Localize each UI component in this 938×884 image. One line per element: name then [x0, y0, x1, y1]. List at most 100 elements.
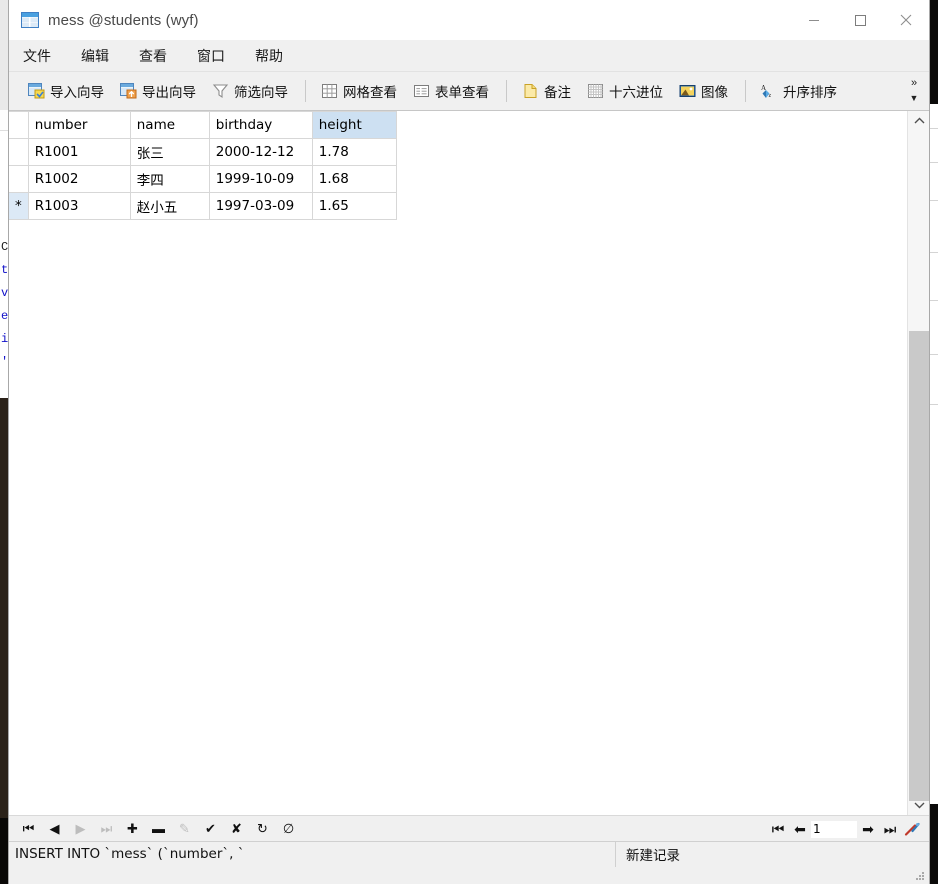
data-grid-table[interactable]: number name birthday height R1001 张三 200…: [9, 111, 397, 220]
toolbar-button-export-wizard[interactable]: 导出向导: [113, 76, 203, 106]
column-header-number[interactable]: number: [28, 111, 131, 139]
record-navigation-bar: ⏮ ◀ ▶ ⏭ ✚ ▬ ✎ ✔ ✘ ↻ ∅ ⏮ ⬅ 1 ➡ ⏭: [9, 815, 929, 841]
toolbar-button-form-view[interactable]: 表单查看: [406, 76, 496, 106]
page-number-input[interactable]: 1: [811, 820, 857, 838]
cell-height[interactable]: 1.68: [312, 165, 397, 193]
cell-birthday[interactable]: 2000-12-12: [209, 138, 313, 166]
toolbar-button-grid-view[interactable]: 网格查看: [314, 76, 404, 106]
page-prev-icon[interactable]: ⬅: [789, 818, 811, 840]
cell-height[interactable]: 1.78: [312, 138, 397, 166]
toolbar-button-sort-ascending[interactable]: A z 升序排序: [754, 76, 844, 106]
toolbar-button-memo[interactable]: 备注: [515, 76, 578, 106]
toolbar-button-hex[interactable]: 十六进位: [580, 76, 670, 106]
scroll-up-icon[interactable]: [908, 111, 929, 131]
toolbar-label: 导入向导: [50, 85, 104, 101]
page-next-icon[interactable]: ➡: [857, 818, 879, 840]
row-marker-header: [9, 111, 29, 139]
column-header-height[interactable]: height: [312, 111, 397, 139]
vertical-scrollbar[interactable]: [907, 111, 929, 815]
window-controls: [791, 0, 929, 40]
status-message: 新建记录: [626, 848, 680, 864]
cancel-change-icon[interactable]: ✘: [229, 821, 244, 836]
toolbar-separator: [506, 80, 507, 102]
cell-birthday[interactable]: 1997-03-09: [209, 192, 313, 220]
navicat-table-window: mess @students (wyf) 文件 编辑 查看 窗口 帮助 导入向导…: [8, 0, 930, 884]
apply-change-icon[interactable]: ✔: [203, 821, 218, 836]
menu-bar: 文件 编辑 查看 窗口 帮助: [9, 40, 929, 72]
menu-item-file[interactable]: 文件: [23, 46, 51, 66]
toolbar-button-image[interactable]: 图像: [672, 76, 735, 106]
cell-birthday[interactable]: 1999-10-09: [209, 165, 313, 193]
page-last-icon[interactable]: ⏭: [879, 818, 901, 840]
cell-number[interactable]: R1001: [28, 138, 131, 166]
table-row[interactable]: R1002 李四 1999-10-09 1.68: [9, 165, 397, 193]
export-wizard-icon: [120, 83, 137, 99]
import-wizard-icon: [28, 83, 45, 99]
tools-icon[interactable]: [901, 818, 923, 840]
row-marker[interactable]: [9, 138, 29, 166]
menu-item-view[interactable]: 查看: [139, 46, 167, 66]
toolbar-label: 升序排序: [783, 85, 837, 101]
column-header-name[interactable]: name: [130, 111, 210, 139]
memo-icon: [522, 83, 539, 99]
prev-record-icon[interactable]: ◀: [47, 821, 62, 836]
minimize-button[interactable]: [791, 0, 837, 40]
close-button[interactable]: [883, 0, 929, 40]
maximize-button[interactable]: [837, 0, 883, 40]
toolbar-overflow-button[interactable]: » ▼: [903, 74, 925, 108]
menu-item-window[interactable]: 窗口: [197, 46, 225, 66]
status-bar: INSERT INTO `mess` (`number`, ` 新建记录: [9, 841, 929, 880]
delete-record-icon[interactable]: ▬: [151, 821, 166, 836]
refresh-icon[interactable]: ↻: [255, 821, 270, 836]
toolbar-label: 备注: [544, 85, 571, 101]
toolbar-button-import-wizard[interactable]: 导入向导: [21, 76, 111, 106]
edit-record-icon: ✎: [179, 820, 190, 836]
sort-ascending-icon: A z: [761, 83, 778, 99]
data-grid-area: number name birthday height R1001 张三 200…: [9, 111, 929, 815]
next-record-icon: ▶: [75, 820, 86, 836]
column-header-birthday[interactable]: birthday: [209, 111, 313, 139]
stop-icon[interactable]: ∅: [281, 821, 296, 836]
menu-item-edit[interactable]: 编辑: [81, 46, 109, 66]
first-record-icon[interactable]: ⏮: [21, 821, 36, 836]
cell-height[interactable]: 1.65: [312, 192, 397, 220]
chevron-down-icon: ▼: [909, 93, 919, 103]
title-bar: mess @students (wyf): [9, 0, 929, 40]
toolbar-label: 十六进位: [609, 85, 663, 101]
table-header-row: number name birthday height: [9, 111, 397, 139]
window-title: mess @students (wyf): [48, 11, 199, 29]
add-record-icon[interactable]: ✚: [125, 821, 140, 836]
vertical-scrollbar-thumb[interactable]: [909, 331, 929, 801]
table-row[interactable]: * R1003 赵小五 1997-03-09 1.65: [9, 192, 397, 220]
filter-wizard-icon: [212, 83, 229, 99]
last-record-icon: ⏭: [100, 820, 113, 836]
scroll-down-icon[interactable]: [908, 795, 929, 815]
toolbar: 导入向导 导出向导 筛选向导 网格查看 表单查看 备注 十六进位 图像 A z …: [9, 72, 929, 111]
hex-icon: [587, 83, 604, 99]
toolbar-separator: [745, 80, 746, 102]
resize-grip-icon[interactable]: [914, 870, 926, 882]
toolbar-overflow-label: »: [910, 77, 918, 89]
image-icon: [679, 83, 696, 99]
cell-name[interactable]: 赵小五: [130, 192, 210, 220]
page-navigation: ⏮ ⬅ 1 ➡ ⏭: [767, 816, 923, 842]
table-window-icon: [21, 12, 39, 28]
table-row[interactable]: R1001 张三 2000-12-12 1.78: [9, 138, 397, 166]
row-marker-active[interactable]: *: [9, 192, 29, 220]
cell-name[interactable]: 张三: [130, 138, 210, 166]
page-first-icon[interactable]: ⏮: [767, 818, 789, 840]
toolbar-label: 网格查看: [343, 85, 397, 101]
toolbar-separator: [305, 80, 306, 102]
cell-name[interactable]: 李四: [130, 165, 210, 193]
menu-item-help[interactable]: 帮助: [255, 46, 283, 66]
toolbar-label: 表单查看: [435, 85, 489, 101]
cell-number[interactable]: R1003: [28, 192, 131, 220]
toolbar-label: 筛选向导: [234, 85, 288, 101]
toolbar-button-filter-wizard[interactable]: 筛选向导: [205, 76, 295, 106]
grid-view-icon: [321, 83, 338, 99]
row-marker[interactable]: [9, 165, 29, 193]
cell-number[interactable]: R1002: [28, 165, 131, 193]
toolbar-label: 图像: [701, 85, 728, 101]
form-view-icon: [413, 83, 430, 99]
data-grid-scroll-host[interactable]: number name birthday height R1001 张三 200…: [9, 111, 907, 815]
